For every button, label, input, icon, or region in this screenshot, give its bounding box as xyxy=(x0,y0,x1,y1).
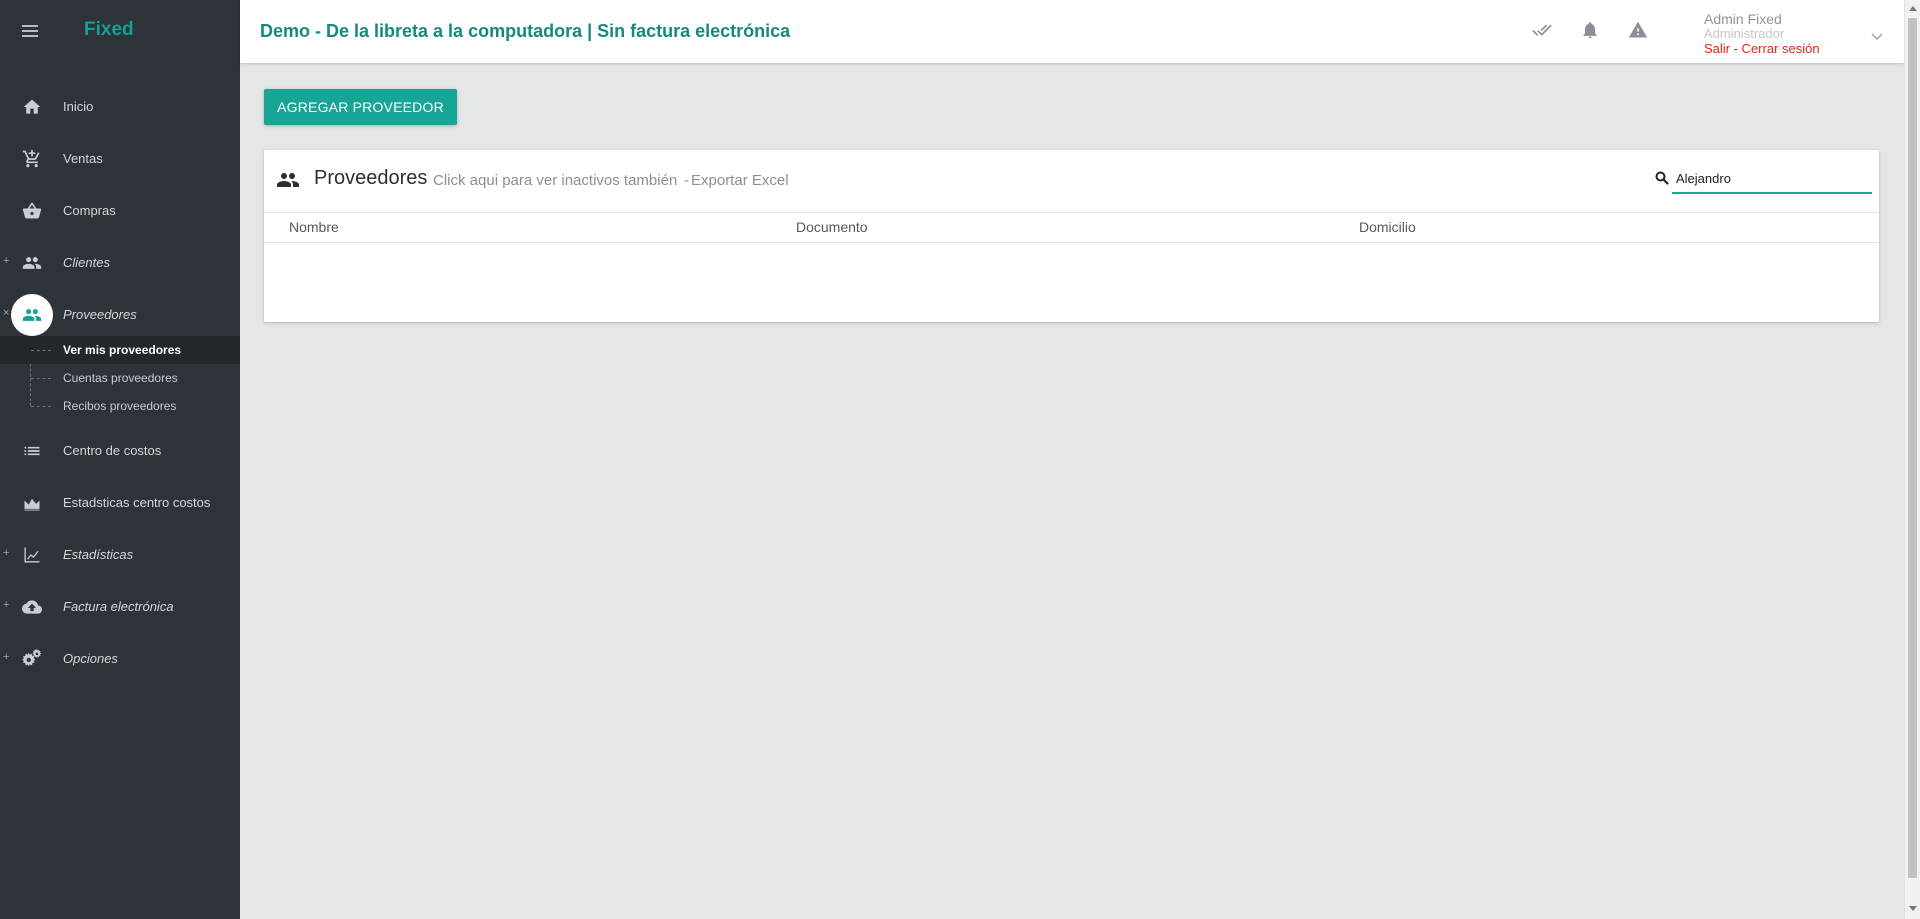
expand-plus-icon[interactable]: + xyxy=(3,599,9,611)
sidebar-item-label: Factura electrónica xyxy=(63,599,174,614)
gears-icon xyxy=(21,649,43,669)
export-excel-link[interactable]: Exportar Excel xyxy=(691,172,789,189)
user-role: Administrador xyxy=(1704,26,1785,41)
sidebar-item-label: Compras xyxy=(63,203,116,218)
sidebar-item-opciones[interactable]: + Opciones xyxy=(0,639,240,679)
sidebar-item-label: Estadsticas centro costos xyxy=(63,495,211,510)
table-header: Nombre Documento Domicilio xyxy=(264,212,1879,243)
people-icon xyxy=(21,305,43,325)
search-icon xyxy=(1654,170,1670,186)
sidebar-item-clientes[interactable]: + Clientes xyxy=(0,243,240,283)
tree-connector xyxy=(31,350,51,351)
user-name[interactable]: Admin Fixed xyxy=(1704,11,1782,27)
list-icon xyxy=(21,441,43,461)
people-icon xyxy=(21,253,43,273)
sidebar-item-compras[interactable]: Compras xyxy=(0,191,240,231)
tree-connector xyxy=(31,406,51,407)
providers-card: Proveedores Click aqui para ver inactivo… xyxy=(264,150,1879,322)
link-separator: - xyxy=(684,172,689,189)
sidebar-subitem-label: Recibos proveedores xyxy=(63,399,177,413)
people-icon xyxy=(276,170,300,190)
sidebar-item-proveedores[interactable]: × Proveedores xyxy=(0,294,240,336)
sidebar-item-label: Opciones xyxy=(63,651,118,666)
sidebar-item-estadisticas[interactable]: + Estadísticas xyxy=(0,535,240,575)
column-header-documento[interactable]: Documento xyxy=(796,219,868,235)
collapse-x-icon[interactable]: × xyxy=(3,307,9,319)
brand-logo[interactable]: Fixed xyxy=(84,19,134,41)
cloud-upload-icon xyxy=(21,597,43,617)
area-chart-icon xyxy=(21,493,43,513)
logout-link[interactable]: Salir - Cerrar sesión xyxy=(1704,41,1820,56)
scroll-up-icon[interactable] xyxy=(1909,6,1917,11)
sidebar-item-label: Clientes xyxy=(63,255,110,270)
sidebar-item-ventas[interactable]: Ventas xyxy=(0,139,240,179)
sidebar-item-label: Inicio xyxy=(63,99,94,114)
sidebar: Fixed Inicio Ventas Compras + Clientes ×… xyxy=(0,0,240,919)
hamburger-menu-icon[interactable] xyxy=(22,25,38,37)
sidebar-item-inicio[interactable]: Inicio xyxy=(0,87,240,127)
sidebar-item-label: Centro de costos xyxy=(63,443,162,458)
sidebar-item-label: Estadísticas xyxy=(63,547,134,562)
sidebar-item-estadisticas-centro-costos[interactable]: Estadsticas centro costos xyxy=(0,483,240,523)
cart-icon xyxy=(21,149,43,169)
expand-plus-icon[interactable]: + xyxy=(3,651,9,663)
scroll-down-icon[interactable] xyxy=(1909,906,1917,911)
expand-plus-icon[interactable]: + xyxy=(3,255,9,267)
sidebar-subitem-label: Ver mis proveedores xyxy=(63,343,182,357)
sidebar-item-factura-electronica[interactable]: + Factura electrónica xyxy=(0,587,240,627)
sidebar-subitem-ver-mis-proveedores[interactable]: Ver mis proveedores xyxy=(0,336,240,364)
expand-plus-icon[interactable]: + xyxy=(3,547,9,559)
home-icon xyxy=(21,97,43,117)
show-inactive-link[interactable]: Click aqui para ver inactivos también xyxy=(433,172,677,189)
search-input[interactable] xyxy=(1672,164,1872,194)
bell-icon[interactable] xyxy=(1580,20,1600,40)
sidebar-subitem-recibos-proveedores[interactable]: Recibos proveedores xyxy=(0,392,240,420)
chevron-down-icon[interactable] xyxy=(1870,28,1884,40)
line-chart-icon xyxy=(21,545,43,565)
top-bar: Demo - De la libreta a la computadora | … xyxy=(240,0,1904,63)
sidebar-item-centro-de-costos[interactable]: Centro de costos xyxy=(0,431,240,471)
scrollbar-thumb[interactable] xyxy=(1908,18,1917,878)
page-title: Demo - De la libreta a la computadora | … xyxy=(260,21,791,41)
sidebar-subitem-label: Cuentas proveedores xyxy=(63,371,178,385)
warning-icon[interactable] xyxy=(1628,20,1648,40)
column-header-nombre[interactable]: Nombre xyxy=(289,219,339,235)
double-check-icon[interactable] xyxy=(1532,20,1552,40)
page-scrollbar[interactable] xyxy=(1904,0,1920,919)
sidebar-item-label: Proveedores xyxy=(63,307,137,322)
card-title: Proveedores xyxy=(314,167,428,189)
sidebar-subitem-cuentas-proveedores[interactable]: Cuentas proveedores xyxy=(0,364,240,392)
column-header-domicilio[interactable]: Domicilio xyxy=(1359,219,1416,235)
add-provider-button[interactable]: AGREGAR PROVEEDOR xyxy=(264,89,457,125)
sidebar-header: Fixed xyxy=(0,0,240,62)
tree-connector xyxy=(31,378,51,379)
basket-icon xyxy=(21,201,43,221)
sidebar-item-label: Ventas xyxy=(63,151,103,166)
